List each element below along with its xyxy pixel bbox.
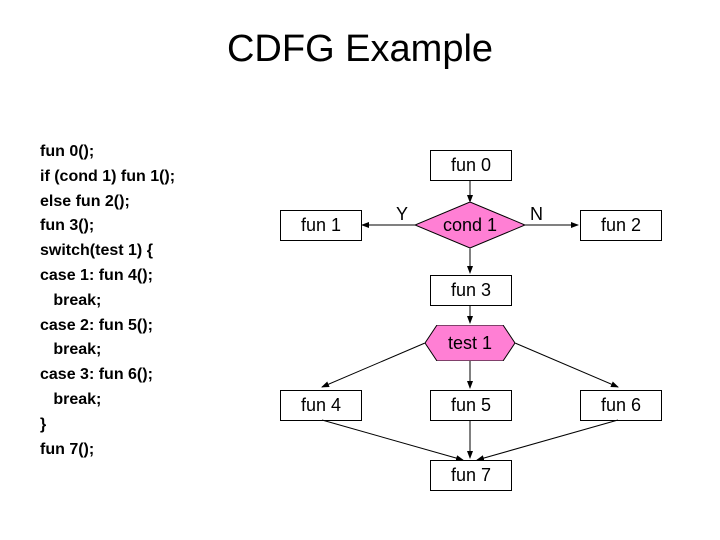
cdfg-diagram: fun 0 fun 1 fun 2 fun 3 fun 4 fun 5 fun … <box>250 140 690 510</box>
code-listing: fun 0(); if (cond 1) fun 1(); else fun 2… <box>40 140 175 462</box>
diagram-arrows <box>250 140 690 510</box>
page-title: CDFG Example <box>0 0 720 71</box>
